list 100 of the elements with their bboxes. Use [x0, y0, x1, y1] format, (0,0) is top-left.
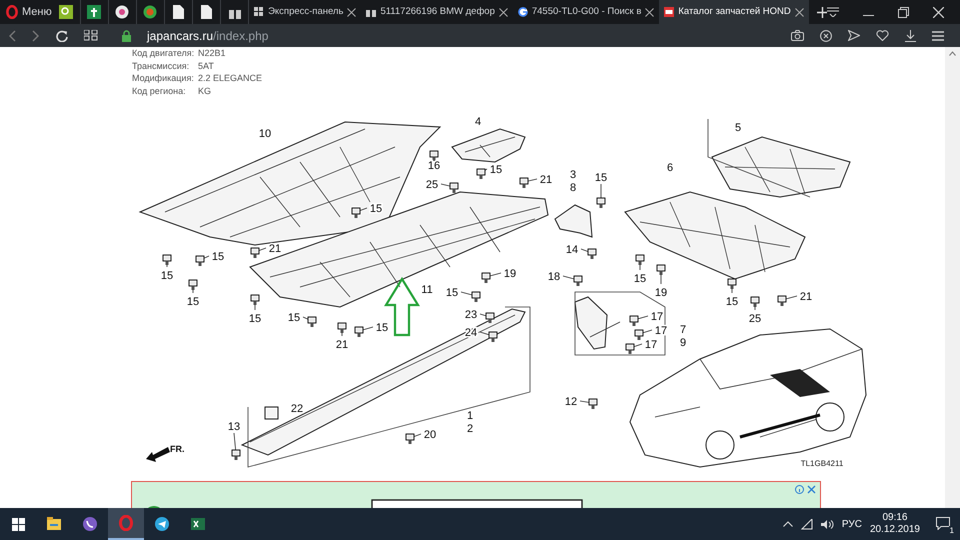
- plus-icon[interactable]: [816, 6, 828, 18]
- camera-icon[interactable]: [791, 30, 804, 41]
- notification-count: 1: [948, 526, 955, 535]
- callout-number: 18: [548, 271, 560, 284]
- close-icon[interactable]: [933, 6, 944, 18]
- info-label: Модификация:: [132, 72, 195, 85]
- close-icon[interactable]: [498, 8, 508, 16]
- callout-number: 21: [540, 174, 552, 186]
- block-icon[interactable]: [820, 30, 832, 42]
- callout-number: 16: [428, 160, 440, 172]
- callout-number: 15: [212, 251, 224, 264]
- google-logo-icon: [518, 7, 528, 17]
- menu-button[interactable]: Меню: [0, 0, 53, 24]
- callout-number: 25: [748, 313, 762, 326]
- callout-number: 15: [160, 270, 174, 282]
- callout-number: 17: [650, 311, 664, 324]
- browser-tab[interactable]: Каталог запчастей HOND: [659, 0, 809, 24]
- circle-icon: [143, 5, 158, 19]
- fastener-drawing: [460, 292, 480, 302]
- taskbar-app[interactable]: [108, 508, 144, 540]
- clock-date[interactable]: 20.12.2019: [870, 524, 920, 536]
- fastener-drawing: [778, 296, 798, 306]
- back-icon[interactable]: [8, 30, 16, 42]
- document-icon: [172, 5, 184, 19]
- fastener-drawing: [188, 280, 198, 294]
- volume-icon[interactable]: [820, 518, 834, 530]
- callout-number: 15: [186, 296, 200, 308]
- callout-number: 6: [666, 162, 674, 174]
- round-logo-icon: [115, 5, 130, 19]
- callout-number: 8: [570, 182, 576, 194]
- fastener-drawing: [406, 434, 422, 444]
- menu-icon[interactable]: [932, 30, 944, 40]
- fastener-drawing: [476, 168, 488, 180]
- fastener-drawing: [520, 178, 538, 188]
- url-field[interactable]: japancars.ru/index.php: [147, 26, 775, 44]
- info-label: Трансмиссия:: [132, 60, 190, 72]
- close-icon[interactable]: [794, 8, 804, 16]
- cross-icon: [87, 5, 102, 19]
- callout-number: 15: [726, 296, 738, 308]
- scroll-up-icon[interactable]: [949, 51, 956, 56]
- heart-icon[interactable]: [876, 30, 889, 41]
- callout-number: 21: [800, 291, 812, 304]
- excel-icon: [190, 516, 206, 532]
- info-value: N22B1: [198, 47, 226, 60]
- close-icon[interactable]: [347, 8, 356, 16]
- fastener-drawing: [354, 326, 374, 338]
- reload-icon[interactable]: [56, 30, 68, 42]
- callout-number: 15: [288, 312, 300, 324]
- fastener-drawing: [338, 322, 346, 337]
- restore-icon[interactable]: [898, 6, 910, 18]
- callout-number: 10: [258, 128, 272, 140]
- opera-icon: [118, 515, 134, 531]
- tab-menu-icon[interactable]: [827, 7, 840, 17]
- download-icon[interactable]: [905, 30, 916, 42]
- viber-icon: [82, 516, 98, 532]
- fastener-drawing: [728, 278, 736, 294]
- callout-number: 11: [421, 284, 433, 296]
- callout-number: 21: [268, 243, 282, 256]
- callout-number: 19: [654, 287, 668, 300]
- forward-icon[interactable]: [32, 30, 40, 42]
- info-icon[interactable]: [795, 485, 804, 494]
- send-icon[interactable]: [848, 30, 860, 41]
- magnifier-icon: [59, 5, 74, 19]
- fastener-drawing: [430, 150, 438, 162]
- fastener-drawing: [352, 208, 368, 218]
- notification-icon: [936, 516, 950, 530]
- fastener-drawing: [580, 248, 596, 260]
- catalog-logo-icon: [664, 7, 674, 17]
- network-icon[interactable]: [800, 518, 813, 530]
- explorer-icon: [46, 516, 62, 532]
- tiles-icon[interactable]: [84, 30, 98, 41]
- direction-arrow-icon: [146, 447, 170, 462]
- callout-number: 15: [248, 313, 262, 326]
- callout-number: 3: [570, 169, 576, 182]
- drawing-code: TL1GB4211: [800, 459, 844, 468]
- grid-icon: [254, 7, 264, 17]
- callout-number: 15: [446, 287, 458, 300]
- info-label: Код региона:: [132, 84, 187, 98]
- info-value: KG: [198, 84, 212, 98]
- clip-drawing: [264, 406, 278, 420]
- info-value: 2.2 ELEGANCE: [198, 72, 262, 85]
- fastener-drawing: [250, 248, 266, 258]
- lock-icon: [122, 30, 131, 42]
- callout-number: 5: [734, 122, 742, 134]
- scrollbar[interactable]: [945, 47, 960, 508]
- close-icon[interactable]: [645, 8, 654, 16]
- fastener-drawing: [250, 294, 260, 311]
- notification-button[interactable]: 1: [936, 516, 952, 532]
- language-indicator[interactable]: РУС: [842, 516, 862, 532]
- windows-logo-icon: [12, 518, 24, 530]
- opera-logo-icon: [6, 5, 18, 19]
- callout-number: 15: [594, 172, 608, 184]
- callout-number: 9: [680, 337, 686, 350]
- chevron-up-icon[interactable]: [782, 521, 793, 527]
- callout-number: 15: [490, 164, 502, 176]
- fastener-drawing: [580, 398, 598, 410]
- fastener-drawing: [562, 276, 582, 286]
- clock-time[interactable]: 09:16: [882, 512, 908, 524]
- document-icon: [200, 5, 212, 19]
- callout-number: 15: [370, 203, 382, 216]
